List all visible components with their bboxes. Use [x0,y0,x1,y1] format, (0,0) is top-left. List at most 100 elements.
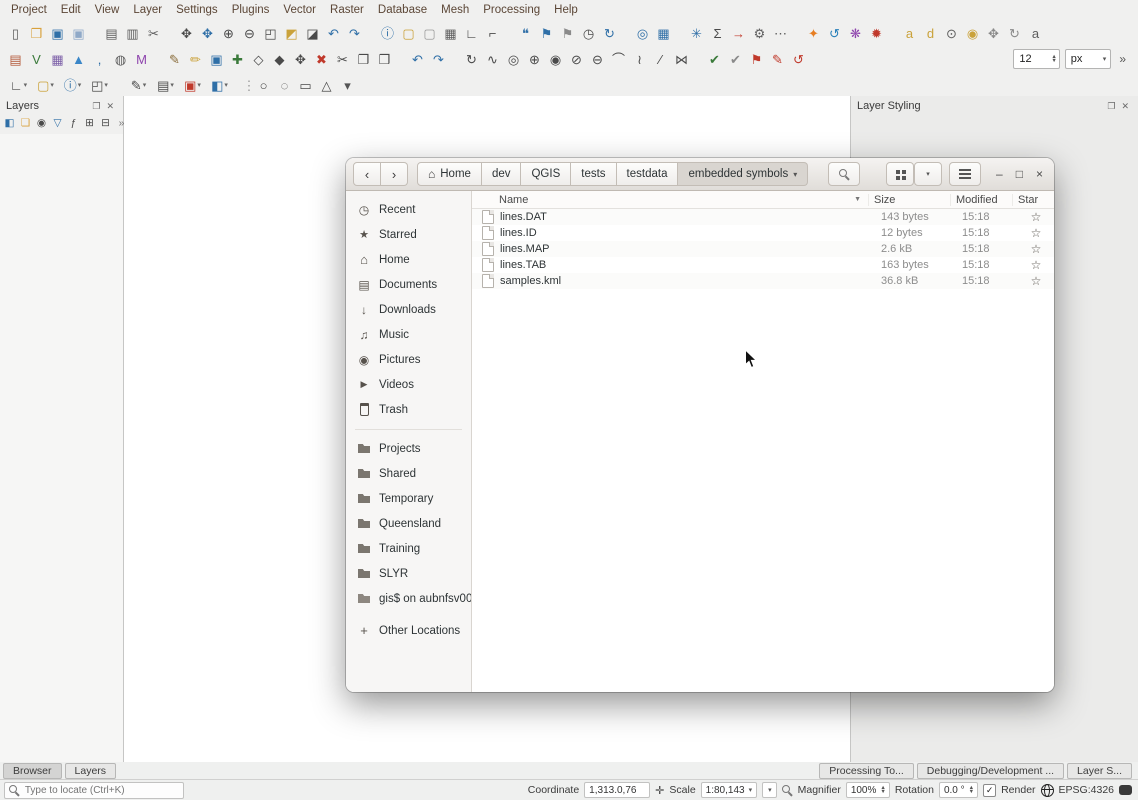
font-units-combo[interactable]: px ▾ [1065,49,1112,69]
crs-label[interactable]: EPSG:4326 [1059,784,1114,796]
current-edits-icon[interactable]: ✎ [164,49,185,70]
zoom-next-icon[interactable]: ↷ [344,23,365,44]
toolbar-handle[interactable]: ⋮ [245,75,253,96]
open-project-icon[interactable]: ❒ [26,23,47,44]
raster[interactable]: Raster [323,2,371,18]
column-name[interactable]: Name ▼ [472,194,868,206]
starred[interactable]: Starred [346,222,471,247]
shape-ellipse-icon[interactable]: ◌ [274,75,295,96]
extent-dropdown-icon[interactable]: ◰ [86,75,113,96]
zoom-to-layer-icon[interactable]: ◪ [302,23,323,44]
rotation-spin[interactable]: 0.0 ° [939,782,978,798]
data-source-manager-icon[interactable]: ▤ [5,49,26,70]
shared[interactable]: Shared [346,461,471,486]
queensland[interactable]: Queensland [346,511,471,536]
new-print-layout-icon[interactable]: ▤ [101,23,122,44]
toolbar-overflow-button[interactable]: » [1116,52,1129,66]
panel-close-icon[interactable]: ✕ [103,101,117,112]
add-wms-layer-icon[interactable]: M [131,49,152,70]
layout-dropdown-icon[interactable]: ▤ [152,75,179,96]
select-features-icon[interactable]: ▢ [398,23,419,44]
identify-features-icon[interactable]: ⓘ [377,23,398,44]
home[interactable]: Home [346,247,471,272]
save-project-icon[interactable]: ▣ [47,23,68,44]
copy-features-icon[interactable]: ❐ [353,49,374,70]
panel-float-icon[interactable]: ❐ [1104,101,1118,112]
plugin-wheel-icon[interactable]: ❋ [845,23,866,44]
split-features-icon[interactable]: ∕ [650,49,671,70]
debugging-development-[interactable]: Debugging/Development ... [917,763,1064,779]
layer-styling-panel-icon[interactable]: ◧ [2,116,17,131]
grid-view-button[interactable] [886,162,914,186]
topology-checker-icon[interactable]: ✔ [725,49,746,70]
temporal-controller-icon[interactable]: ◷ [578,23,599,44]
processing-to-[interactable]: Processing To... [819,763,914,779]
extents-icon[interactable]: ✛ [655,784,664,797]
forward-button[interactable]: › [381,162,408,186]
documents[interactable]: Documents [346,272,471,297]
gis-on-aubnfsv006[interactable]: gis$ on aubnfsv006 [346,586,471,611]
lines-map[interactable]: lines.MAP 2.6 kB 15:18 [472,241,1054,257]
tests[interactable]: tests [571,162,616,186]
measure-line-icon[interactable]: ∟ [461,23,482,44]
project[interactable]: Project [4,2,54,18]
samples-kml[interactable]: samples.kml 36.8 kB 15:18 [472,273,1054,289]
panel-float-icon[interactable]: ❐ [89,101,103,112]
add-mesh-layer-icon[interactable]: ▲ [68,49,89,70]
add-ring-icon[interactable]: ◎ [503,49,524,70]
trash[interactable]: Trash [346,397,471,422]
add-group-icon[interactable]: ❏ [18,116,33,131]
error-flag-icon[interactable]: ⚑ [746,49,767,70]
downloads[interactable]: Downloads [346,297,471,322]
plugins[interactable]: Plugins [225,2,277,18]
home[interactable]: ⌂ Home [417,162,482,186]
refresh-map-icon[interactable]: ↻ [599,23,620,44]
projects[interactable]: Projects [346,436,471,461]
layer[interactable]: Layer [126,2,169,18]
column-modified[interactable]: Modified [950,194,1012,206]
settings-gear-icon[interactable]: ⚙ [749,23,770,44]
lines-tab[interactable]: lines.TAB 163 bytes 15:18 [472,257,1054,273]
statistics-icon[interactable]: Σ [707,23,728,44]
move-feature-icon[interactable]: ✥ [290,49,311,70]
add-raster-layer-icon[interactable]: ▦ [47,49,68,70]
locate-bar[interactable] [4,782,184,799]
offset-curve-icon[interactable]: ⌒ [608,49,629,70]
pictures[interactable]: Pictures [346,347,471,372]
add-part-icon[interactable]: ⊕ [524,49,545,70]
debug-bug-icon[interactable]: ✹ [866,23,887,44]
simplify-feature-icon[interactable]: ∿ [482,49,503,70]
map-themes-icon[interactable]: ◉ [34,116,49,131]
view-options-button[interactable]: ▾ [914,162,942,186]
scale-combo[interactable]: 1:80,143 ▾ [701,782,757,798]
column-size[interactable]: Size [868,194,950,206]
change-label-icon[interactable]: a [1025,23,1046,44]
star-toggle-icon[interactable] [1018,258,1054,272]
vector[interactable]: Vector [276,2,323,18]
settings[interactable]: Settings [169,2,225,18]
move-label-icon[interactable]: ✥ [983,23,1004,44]
other-locations[interactable]: Other Locations [346,618,471,643]
attribute-table-icon[interactable]: ▦ [440,23,461,44]
annotation-dropdown-icon[interactable]: ✎ [125,75,152,96]
redo-icon[interactable]: ↷ [428,49,449,70]
help[interactable]: Help [547,2,585,18]
database[interactable]: Database [371,2,434,18]
pan-to-selection-icon[interactable]: ✥ [197,23,218,44]
music[interactable]: Music [346,322,471,347]
fill-ring-icon[interactable]: ◉ [545,49,566,70]
more-options-icon[interactable]: ⋯ [770,23,791,44]
qgis[interactable]: QGIS [521,162,571,186]
reshape-features-icon[interactable]: ≀ [629,49,650,70]
vertex-tool-icon[interactable]: ◇ [248,49,269,70]
add-spatialite-icon[interactable]: ◍ [110,49,131,70]
merge-features-icon[interactable]: ⋈ [671,49,692,70]
spin-arrows-icon[interactable] [880,786,885,795]
shape-polygon-icon[interactable]: △ [316,75,337,96]
layers[interactable]: Layers [65,763,117,779]
arrow-tool-icon[interactable]: → [728,23,749,44]
plugin-sparkle-icon[interactable]: ✦ [803,23,824,44]
recent[interactable]: Recent [346,197,471,222]
add-vector-layer-icon[interactable]: V [26,49,47,70]
column-star[interactable]: Star [1012,194,1054,206]
